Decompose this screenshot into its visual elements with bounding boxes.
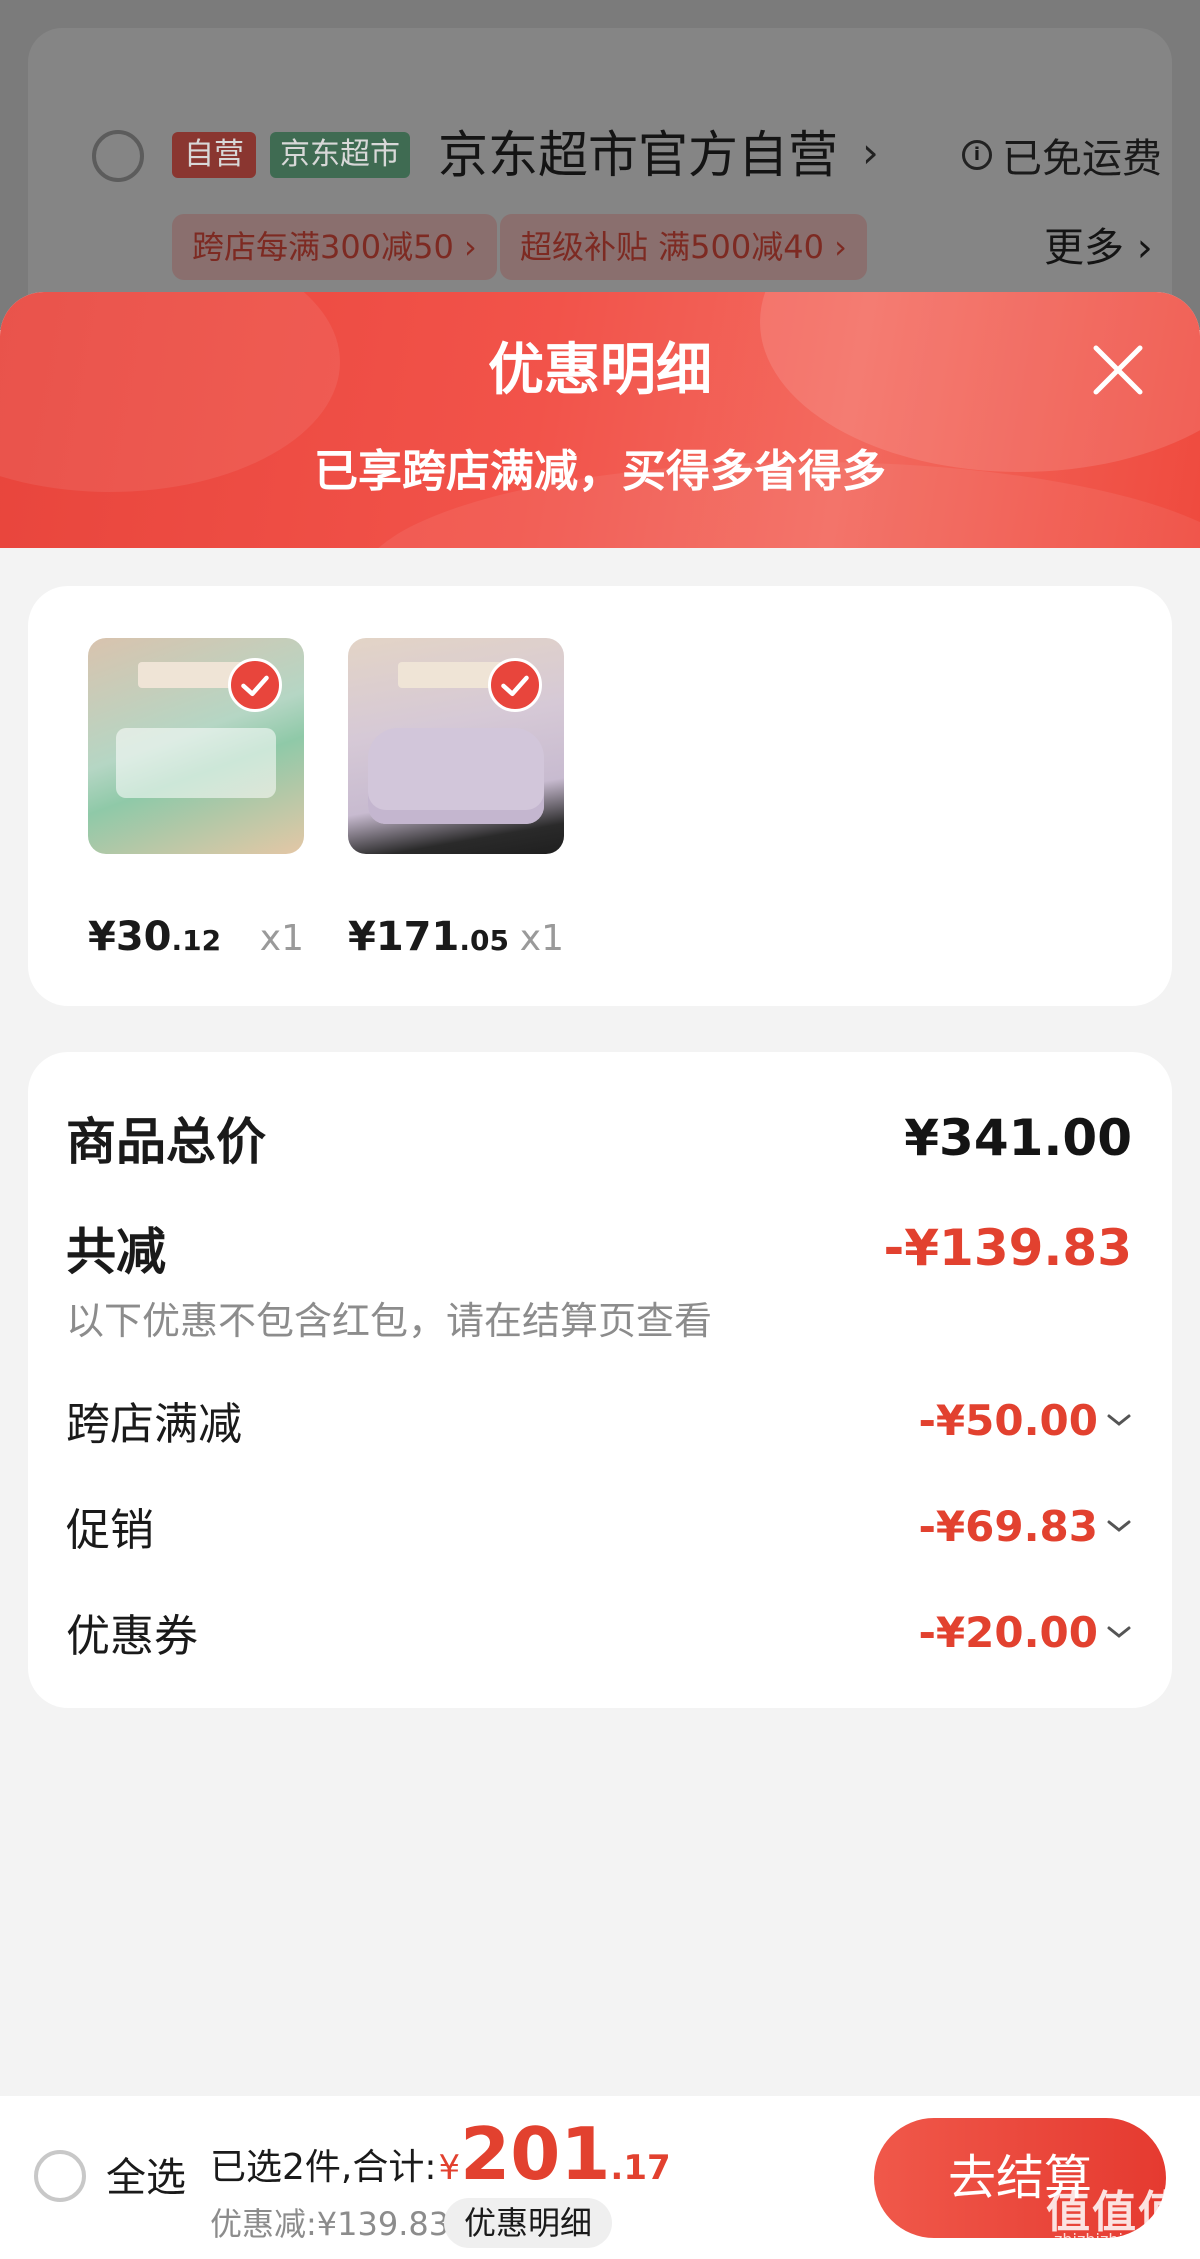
product-item[interactable]: ¥30.12 x1	[88, 638, 348, 960]
discount-summary: 优惠减:¥139.83	[210, 2205, 450, 2243]
store-name[interactable]: 京东超市官方自营	[438, 120, 838, 190]
total-price-row: 商品总价 ¥341.00	[66, 1102, 1132, 1174]
checkout-bar: 全选 已选2件,合计: ¥ 201 .17 优惠减:¥139.83 优惠明细 去…	[0, 2096, 1200, 2259]
total-discount-row: 共减 -¥139.83	[66, 1212, 1132, 1284]
discount-item-label: 跨店满减	[66, 1399, 242, 1450]
check-icon	[488, 658, 542, 712]
discount-item-cross-store[interactable]: 跨店满减 -¥50.00	[66, 1390, 1132, 1450]
total-integer: 201	[460, 2112, 611, 2196]
promo-chip-subsidy[interactable]: 超级补贴 满500减40 ›	[500, 214, 867, 280]
chevron-down-icon[interactable]	[1106, 1624, 1132, 1640]
store-select-radio[interactable]	[92, 130, 144, 182]
price-row: ¥30.12 x1	[88, 914, 304, 960]
total-price-label: 商品总价	[66, 1113, 266, 1171]
price-integer: ¥30	[88, 914, 172, 960]
close-icon[interactable]	[1090, 342, 1146, 398]
totals-card: 商品总价 ¥341.00 共减 -¥139.83 以下优惠不包含红包，请在结算页…	[28, 1052, 1172, 1708]
sheet-title: 优惠明细	[488, 338, 712, 403]
more-button[interactable]: 更多 ›	[1044, 218, 1153, 278]
watermark-url: zhizhizhi.com	[1054, 2230, 1163, 2249]
select-all-radio[interactable]	[34, 2150, 86, 2202]
order-summary: 已选2件,合计: ¥ 201 .17	[210, 2114, 671, 2194]
discount-item-value: -¥69.83	[918, 1502, 1132, 1551]
discount-item-promotion[interactable]: 促销 -¥69.83	[66, 1496, 1132, 1556]
product-item[interactable]: ¥171.05 x1	[348, 638, 608, 960]
discount-detail-button[interactable]: 优惠明细	[444, 2198, 613, 2248]
tissue-product-thumbnail[interactable]	[88, 638, 304, 854]
discount-item-value: -¥50.00	[918, 1396, 1132, 1445]
total-currency: ¥	[438, 2148, 461, 2188]
product-price: ¥30.12	[88, 914, 221, 960]
info-icon: i	[962, 140, 992, 170]
shipping-status[interactable]: i 已免运费	[962, 126, 1162, 184]
discount-item-label: 促销	[66, 1505, 154, 1556]
products-card: ¥30.12 x1 ¥171.05 x1	[28, 586, 1172, 1006]
blanket-decoration	[368, 728, 544, 824]
discount-item-value: -¥20.00	[918, 1608, 1132, 1657]
sheet-subtitle: 已享跨店满减，买得多省得多	[314, 446, 886, 497]
shipping-text: 已免运费	[1002, 136, 1162, 182]
total-price-amount: ¥341.00	[904, 1109, 1132, 1167]
jd-supermarket-tag: 京东超市	[270, 132, 410, 178]
promo-chip-label: 跨店每满300减50	[192, 228, 454, 266]
total-discount-amount: -¥139.83	[883, 1219, 1133, 1277]
blanket-product-thumbnail[interactable]	[348, 638, 564, 854]
more-label: 更多	[1044, 225, 1124, 271]
discount-item-amount: -¥50.00	[918, 1395, 1098, 1445]
price-decimal: .05	[459, 924, 509, 957]
promo-chip-cross-store[interactable]: 跨店每满300减50 ›	[172, 214, 497, 280]
discount-note: 以下优惠不包含红包，请在结算页查看	[66, 1299, 713, 1343]
total-decimal: .17	[610, 2148, 671, 2188]
discount-detail-sheet: 优惠明细 已享跨店满减，买得多省得多 ¥30.12 x1 ¥171.05 x1 …	[0, 292, 1200, 2259]
product-quantity: x1	[519, 918, 564, 959]
product-price: ¥171.05	[348, 914, 509, 960]
product-quantity: x1	[259, 918, 304, 959]
price-integer: ¥171	[348, 914, 460, 960]
check-icon	[228, 658, 282, 712]
select-all-label[interactable]: 全选	[106, 2150, 186, 2206]
product-package-decoration	[116, 728, 276, 798]
total-discount-label: 共减	[66, 1223, 166, 1281]
discount-item-amount: -¥69.83	[918, 1501, 1098, 1551]
chevron-down-icon[interactable]	[1106, 1412, 1132, 1428]
price-decimal: .12	[171, 924, 222, 957]
discount-item-label: 优惠券	[66, 1611, 198, 1662]
summary-text: 已选2件,合计:	[210, 2147, 437, 2188]
chevron-right-icon: ›	[862, 128, 879, 177]
discount-item-coupon[interactable]: 优惠券 -¥20.00	[66, 1602, 1132, 1662]
promo-chip-label: 超级补贴 满500减40	[520, 228, 824, 266]
discount-item-amount: -¥20.00	[918, 1607, 1098, 1657]
chevron-down-icon[interactable]	[1106, 1518, 1132, 1534]
sheet-header: 优惠明细 已享跨店满减，买得多省得多	[0, 292, 1200, 548]
ziying-tag: 自营	[172, 132, 256, 178]
price-row: ¥171.05 x1	[348, 914, 564, 960]
